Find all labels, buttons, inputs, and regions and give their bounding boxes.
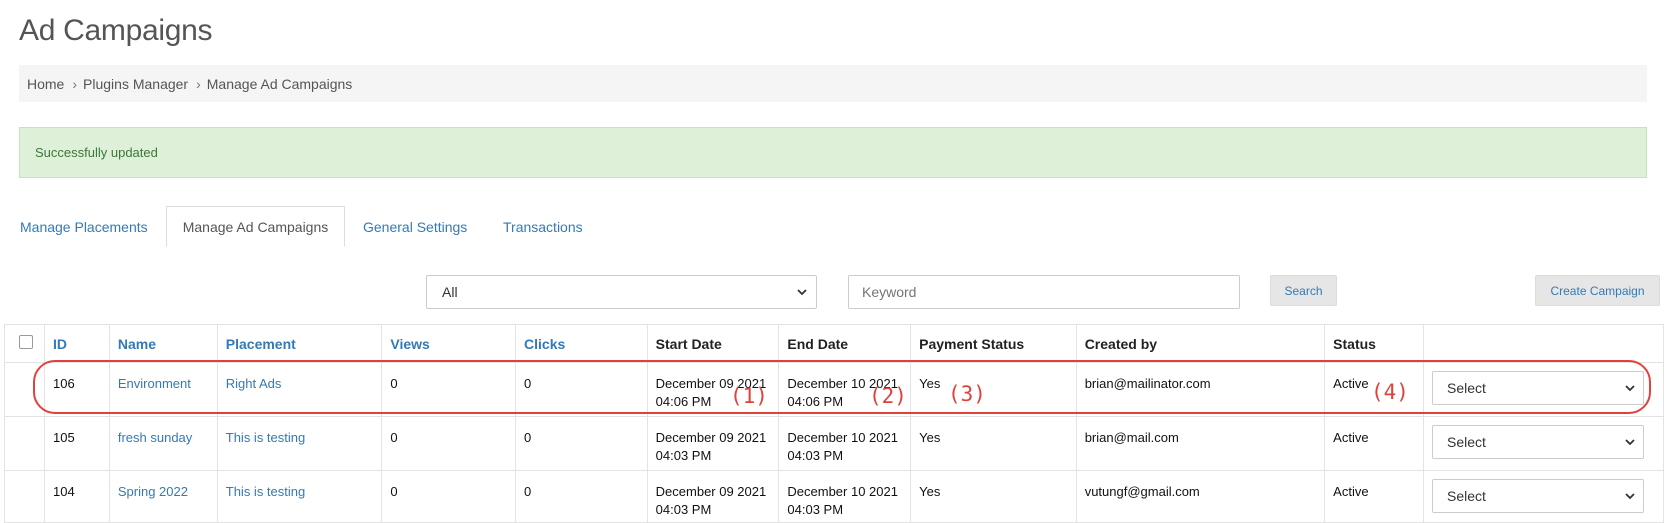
cell-created-by: vutungf@gmail.com: [1075, 470, 1326, 523]
placement-link[interactable]: Right Ads: [226, 376, 282, 391]
chevron-down-icon: [797, 289, 807, 296]
cell-end-date: December 10 2021 04:03 PM: [778, 470, 912, 523]
campaign-name-link[interactable]: Environment: [118, 376, 191, 391]
table-header-row: ID Name Placement Views Clicks Start Dat…: [4, 324, 1664, 363]
header-end-date: End Date: [778, 324, 912, 363]
row-action-value: Select: [1446, 434, 1486, 450]
page-title: Ad Campaigns: [19, 14, 213, 47]
cell-clicks: 0: [515, 470, 648, 523]
cell-status: Active: [1324, 470, 1424, 523]
row-action-select[interactable]: Select: [1431, 371, 1644, 405]
breadcrumb: Home › Plugins Manager › Manage Ad Campa…: [19, 65, 1647, 102]
cell-placement: This is testing: [216, 470, 383, 523]
start-time-text: 04:03 PM: [655, 448, 712, 463]
select-all-header: [4, 324, 45, 363]
cell-clicks: 0: [515, 362, 648, 417]
table-row: 105 fresh sunday This is testing 0 0 Dec…: [4, 416, 1664, 471]
table-row: 106 Environment Right Ads 0 0 December 0…: [4, 362, 1664, 417]
row-action-select[interactable]: Select: [1431, 425, 1644, 459]
row-action-value: Select: [1446, 380, 1486, 396]
header-placement[interactable]: Placement: [216, 324, 383, 363]
cell-views: 0: [381, 416, 517, 471]
cell-actions: Select: [1422, 470, 1664, 523]
campaign-name-link[interactable]: Spring 2022: [118, 484, 188, 499]
annotation-label-2: (2): [869, 384, 907, 408]
row-checkbox-cell: [4, 362, 45, 417]
select-all-checkbox[interactable]: [19, 335, 33, 349]
status-filter-select[interactable]: All: [426, 275, 817, 309]
cell-actions: Select: [1422, 416, 1664, 471]
breadcrumb-separator: ›: [196, 75, 201, 92]
chevron-down-icon: [1625, 439, 1635, 446]
header-status: Status: [1324, 324, 1424, 363]
tab-manage-ad-campaigns[interactable]: Manage Ad Campaigns: [166, 206, 345, 247]
keyword-input[interactable]: [848, 275, 1240, 309]
cell-payment-status: Yes: [910, 416, 1077, 471]
cell-id: 104: [43, 470, 110, 523]
campaign-name-link[interactable]: fresh sunday: [118, 430, 192, 445]
cell-name: Environment: [108, 362, 218, 417]
header-views[interactable]: Views: [381, 324, 517, 363]
cell-created-by: brian@mailinator.com: [1075, 362, 1326, 417]
campaigns-table: ID Name Placement Views Clicks Start Dat…: [4, 324, 1664, 523]
placement-link[interactable]: This is testing: [226, 484, 305, 499]
start-date-text: December 09 2021: [655, 430, 767, 445]
search-button[interactable]: Search: [1270, 275, 1337, 306]
cell-created-by: brian@mail.com: [1075, 416, 1326, 471]
cell-start-date: December 09 2021 04:03 PM: [646, 416, 780, 471]
annotation-label-1: (1): [730, 384, 768, 408]
cell-views: 0: [381, 470, 517, 523]
cell-end-date: December 10 2021 04:03 PM: [778, 416, 912, 471]
header-start-date: Start Date: [646, 324, 780, 363]
cell-views: 0: [381, 362, 517, 417]
table-row: 104 Spring 2022 This is testing 0 0 Dece…: [4, 470, 1664, 523]
cell-payment-status: Yes: [910, 470, 1077, 523]
tab-manage-placements[interactable]: Manage Placements: [20, 206, 148, 247]
cell-name: fresh sunday: [108, 416, 218, 471]
cell-clicks: 0: [515, 416, 648, 471]
breadcrumb-home[interactable]: Home: [19, 76, 64, 92]
end-time-text: 04:03 PM: [787, 502, 844, 517]
row-action-value: Select: [1446, 488, 1486, 504]
cell-status: Active: [1324, 416, 1424, 471]
row-action-select[interactable]: Select: [1431, 479, 1644, 513]
status-filter-value: All: [442, 284, 458, 300]
cell-placement: Right Ads: [216, 362, 383, 417]
breadcrumb-separator: ›: [72, 75, 78, 92]
cell-payment-status: Yes: [910, 362, 1077, 417]
header-actions: [1422, 324, 1664, 363]
chevron-down-icon: [1625, 493, 1635, 500]
end-time-text: 04:03 PM: [787, 448, 844, 463]
cell-id: 106: [43, 362, 110, 417]
start-time-text: 04:03 PM: [655, 502, 712, 517]
cell-actions: Select: [1422, 362, 1664, 417]
breadcrumb-plugins-manager[interactable]: Plugins Manager: [83, 76, 188, 92]
success-alert: Successfully updated: [19, 127, 1647, 178]
end-date-text: December 10 2021: [787, 430, 898, 445]
row-checkbox-cell: [4, 416, 45, 471]
header-created-by: Created by: [1075, 324, 1326, 363]
cell-start-date: December 09 2021 04:03 PM: [646, 470, 780, 523]
create-campaign-button[interactable]: Create Campaign: [1535, 275, 1660, 306]
placement-link[interactable]: This is testing: [226, 430, 305, 445]
start-date-text: December 09 2021: [655, 484, 767, 499]
header-name[interactable]: Name: [108, 324, 218, 363]
annotation-label-3: (3): [948, 382, 986, 406]
cell-placement: This is testing: [216, 416, 383, 471]
tab-general-settings[interactable]: General Settings: [363, 206, 467, 247]
end-date-text: December 10 2021: [787, 484, 898, 499]
header-payment-status: Payment Status: [910, 324, 1077, 363]
cell-name: Spring 2022: [108, 470, 218, 523]
row-checkbox-cell: [4, 470, 45, 523]
alert-message: Successfully updated: [35, 145, 158, 160]
chevron-down-icon: [1625, 385, 1635, 392]
breadcrumb-current: Manage Ad Campaigns: [206, 75, 353, 92]
annotation-label-4: (4): [1371, 380, 1409, 404]
tab-transactions[interactable]: Transactions: [503, 206, 583, 247]
tab-bar: Manage Placements Manage Ad Campaigns Ge…: [0, 206, 1664, 248]
header-clicks[interactable]: Clicks: [515, 324, 648, 363]
cell-id: 105: [43, 416, 110, 471]
header-id[interactable]: ID: [43, 324, 110, 363]
